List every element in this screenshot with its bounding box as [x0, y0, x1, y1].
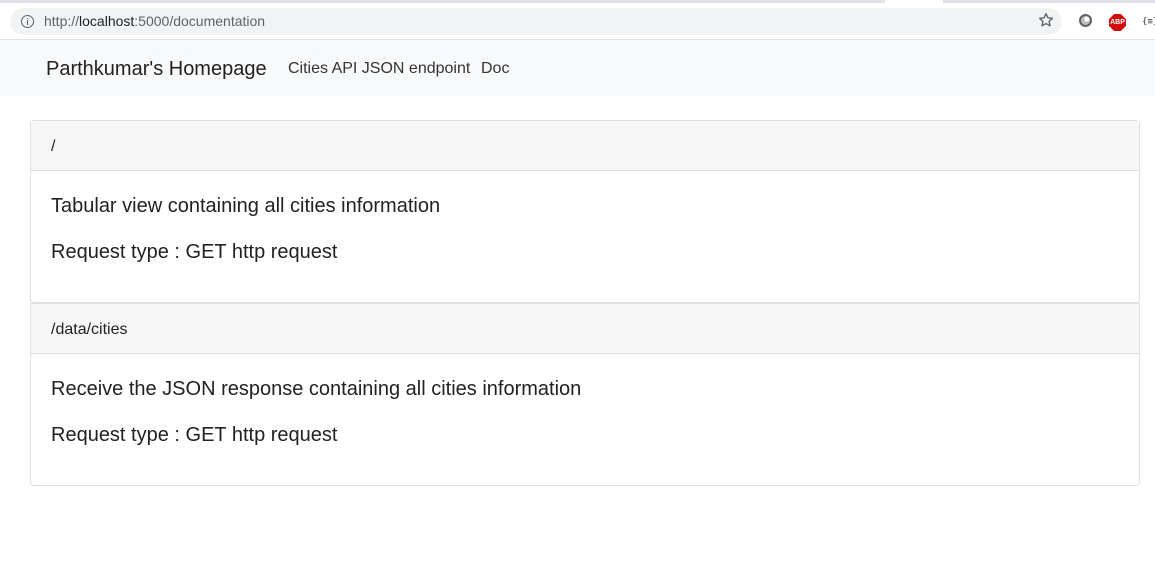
address-bar[interactable]: http://localhost:5000/documentation [10, 8, 1062, 35]
navbar-brand[interactable]: Parthkumar's Homepage [46, 58, 267, 81]
endpoint-card: / Tabular view containing all cities inf… [30, 120, 1140, 303]
endpoint-request-type: Request type : GET http request [51, 241, 338, 263]
adblock-plus-icon[interactable]: ABP [1109, 14, 1126, 31]
endpoint-request-type: Request type : GET http request [51, 424, 338, 446]
url-suffix: :5000/documentation [134, 13, 266, 29]
url-host: localhost [79, 13, 135, 29]
bookmark-star-icon[interactable] [1037, 11, 1055, 29]
site-navbar: Parthkumar's Homepage Cities API JSON en… [0, 40, 1155, 96]
nav-link-cities-api[interactable]: Cities API JSON endpoint [288, 60, 470, 78]
endpoint-path: / [31, 121, 1139, 171]
site-info-icon[interactable] [21, 15, 34, 28]
nav-link-doc[interactable]: Doc [481, 60, 509, 78]
endpoint-description: Tabular view containing all cities infor… [51, 195, 441, 217]
endpoint-path: /data/cities [31, 304, 1139, 354]
endpoint-description: Receive the JSON response containing all… [51, 378, 582, 400]
browser-toolbar: http://localhost:5000/documentation ABP … [0, 3, 1155, 40]
json-viewer-icon[interactable]: {≡} [1142, 17, 1155, 27]
url-text[interactable]: http://localhost:5000/documentation [44, 13, 265, 29]
endpoint-card: /data/cities Receive the JSON response c… [30, 303, 1140, 486]
url-prefix: http:// [44, 13, 80, 29]
extension-circle-icon[interactable] [1079, 14, 1092, 27]
